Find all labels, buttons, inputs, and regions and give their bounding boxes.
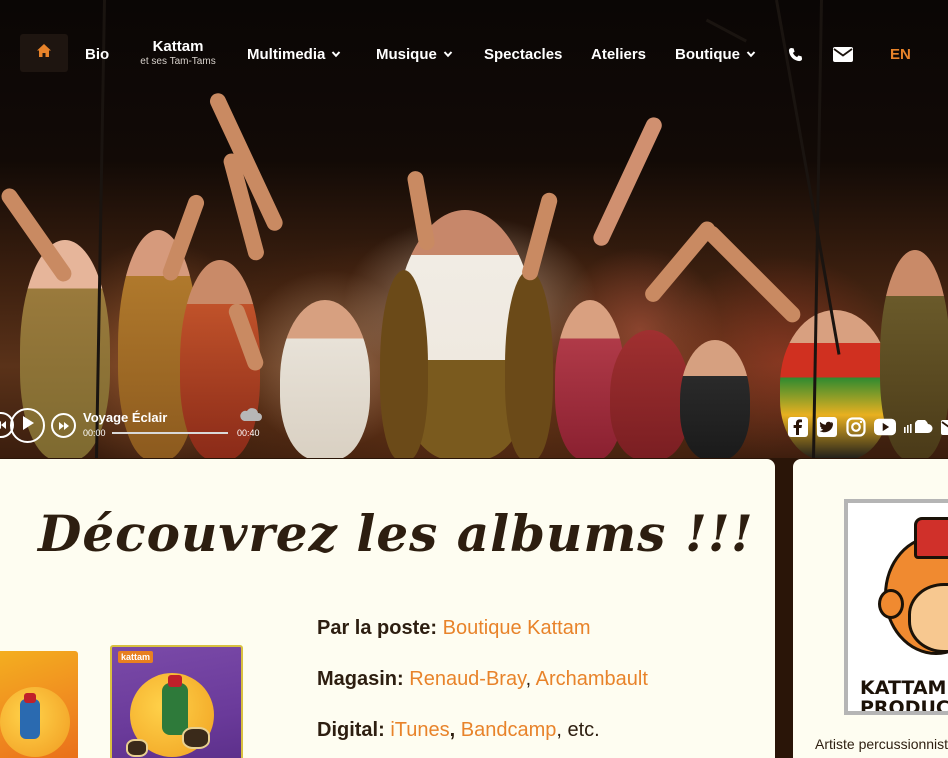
kattam-productions-logo[interactable]: KATTAM PRODUCTIONS: [844, 499, 948, 715]
nav-musique[interactable]: Musique: [376, 32, 453, 76]
youtube-icon[interactable]: [874, 416, 896, 438]
skip-forward-icon: [58, 417, 69, 435]
chevron-down-icon: [443, 49, 453, 59]
main-navigation: Bio Kattam et ses Tam-Tams Multimedia Mu…: [0, 32, 948, 76]
albums-card: Découvrez les albums !!! kattam Par la p…: [0, 459, 775, 758]
envelope-icon: [833, 46, 853, 62]
album-art-figure: [20, 699, 40, 739]
fez-hat: [914, 517, 948, 559]
twitter-icon[interactable]: [816, 416, 838, 438]
play-icon: [22, 416, 34, 435]
page-heading: Découvrez les albums !!!: [38, 504, 754, 563]
time-total: 00:40: [237, 428, 260, 438]
renaud-bray-link[interactable]: Renaud-Bray: [409, 668, 525, 690]
soundcloud-icon[interactable]: [903, 416, 933, 438]
nav-spectacles[interactable]: Spectacles: [484, 32, 562, 76]
store-separator: ,: [525, 668, 532, 690]
skip-back-icon: [0, 416, 6, 434]
store-label: Magasin:: [317, 668, 404, 690]
sidebar-card: KATTAM PRODUCTIONS Artiste percussionnis…: [793, 459, 948, 758]
archambault-link[interactable]: Archambault: [536, 668, 648, 690]
album-art-drum: [126, 739, 148, 757]
logo-line-2: PRODUCTIONS: [860, 697, 948, 715]
soundcloud-icon[interactable]: [238, 408, 262, 427]
nav-ateliers[interactable]: Ateliers: [591, 32, 646, 76]
digital-suffix: , etc.: [556, 719, 600, 741]
child-figure: [680, 340, 750, 458]
raised-arm: [590, 114, 665, 249]
album-art-drum: [182, 727, 210, 749]
nav-spectacles-label: Spectacles: [484, 45, 563, 63]
phone-button[interactable]: [788, 32, 803, 76]
raised-arm: [700, 222, 804, 326]
progress-bar[interactable]: [112, 432, 228, 434]
bandcamp-link[interactable]: Bandcamp: [461, 719, 557, 741]
social-links: [787, 416, 948, 438]
nav-musique-label: Musique: [376, 45, 437, 63]
child-figure: [280, 300, 370, 458]
post-label: Par la poste:: [317, 617, 438, 639]
email-button[interactable]: [833, 32, 853, 76]
raised-arm: [406, 169, 436, 252]
logo-text: KATTAM PRODUCTIONS: [860, 677, 948, 715]
audio-player: Voyage Éclair 00:00 00:40: [0, 406, 270, 446]
brand-link[interactable]: Kattam et ses Tam-Tams: [134, 38, 222, 68]
chevron-down-icon: [746, 49, 756, 59]
album-art-hat: [168, 675, 182, 687]
digital-label: Digital:: [317, 719, 385, 741]
chevron-down-icon: [331, 49, 341, 59]
logo-line-1: KATTAM: [860, 677, 947, 699]
child-figure: [610, 330, 690, 458]
album-cover[interactable]: kattam: [110, 645, 243, 758]
boutique-kattam-link[interactable]: Boutique Kattam: [443, 617, 591, 639]
envelope-icon[interactable]: [940, 416, 948, 438]
nav-boutique-label: Boutique: [675, 45, 740, 63]
raised-arm: [520, 190, 560, 283]
nav-ateliers-label: Ateliers: [591, 45, 647, 63]
itunes-link[interactable]: iTunes: [390, 719, 449, 741]
purchase-row-digital: Digital: iTunes, Bandcamp, etc.: [317, 719, 648, 758]
digital-separator: ,: [449, 719, 456, 741]
phone-icon: [788, 47, 803, 62]
album-label: kattam: [118, 651, 154, 663]
purchase-row-store: Magasin: Renaud-Bray, Archambault: [317, 668, 648, 719]
nav-multimedia[interactable]: Multimedia: [247, 32, 341, 76]
performer-vest: [380, 270, 428, 458]
play-button[interactable]: [10, 408, 45, 443]
purchase-row-post: Par la poste: Boutique Kattam: [317, 617, 648, 668]
brand-title: Kattam: [152, 38, 204, 55]
monkey-ear: [878, 589, 904, 619]
nav-multimedia-label: Multimedia: [247, 45, 326, 63]
album-art-figure: [162, 683, 188, 735]
album-cover[interactable]: [0, 651, 78, 758]
artist-description: Artiste percussionniste: [815, 736, 948, 752]
nav-bio-label: Bio: [85, 45, 110, 63]
facebook-icon[interactable]: [787, 416, 809, 438]
purchase-links: Par la poste: Boutique Kattam Magasin: R…: [317, 617, 648, 758]
brand-subtitle: et ses Tam-Tams: [140, 56, 216, 67]
nav-bio[interactable]: Bio: [85, 32, 109, 76]
track-title: Voyage Éclair: [83, 410, 168, 425]
time-current: 00:00: [83, 428, 106, 438]
instagram-icon[interactable]: [845, 416, 867, 438]
language-switch[interactable]: EN: [890, 32, 911, 76]
language-label: EN: [890, 45, 911, 63]
home-button[interactable]: [20, 34, 68, 72]
performer-vest: [505, 270, 553, 458]
home-icon: [36, 43, 52, 63]
album-art-hat: [24, 693, 36, 703]
skip-forward-button[interactable]: [51, 413, 76, 438]
nav-boutique[interactable]: Boutique: [675, 32, 756, 76]
